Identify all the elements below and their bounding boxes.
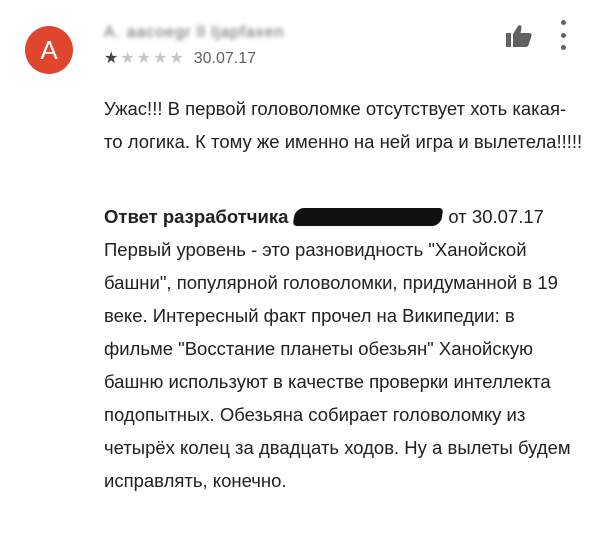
avatar: A xyxy=(25,26,73,74)
thumb-up-icon[interactable] xyxy=(505,24,533,48)
more-vert-icon[interactable] xyxy=(556,20,570,50)
star-rating: ★ ★ ★ ★ ★ xyxy=(104,51,184,67)
developer-reply: Ответ разработчика от 30.07.17 Первый ур… xyxy=(104,200,584,497)
redacted-developer-name xyxy=(293,207,444,226)
star-icon: ★ xyxy=(136,50,152,67)
review-text: Ужас!!! В первой головоломке отсутствует… xyxy=(104,98,583,152)
reply-date: от 30.07.17 xyxy=(448,206,544,227)
review-date: 30.07.17 xyxy=(193,50,256,67)
star-icon: ★ xyxy=(104,50,119,67)
reply-header: Ответ разработчика от 30.07.17 xyxy=(104,200,584,233)
reply-title: Ответ разработчика xyxy=(104,206,289,227)
star-icon: ★ xyxy=(169,50,184,67)
avatar-letter: A xyxy=(40,34,58,65)
author-name: A. aacoegr ll ljapfaxen xyxy=(104,24,314,42)
author-name-blurred: A. aacoegr ll ljapfaxen xyxy=(104,24,285,41)
rating-row: ★ ★ ★ ★ ★ 30.07.17 xyxy=(104,50,256,68)
star-icon: ★ xyxy=(120,50,135,67)
reply-text: Первый уровень - это разновидность "Хано… xyxy=(104,239,571,491)
star-icon: ★ xyxy=(153,50,168,67)
